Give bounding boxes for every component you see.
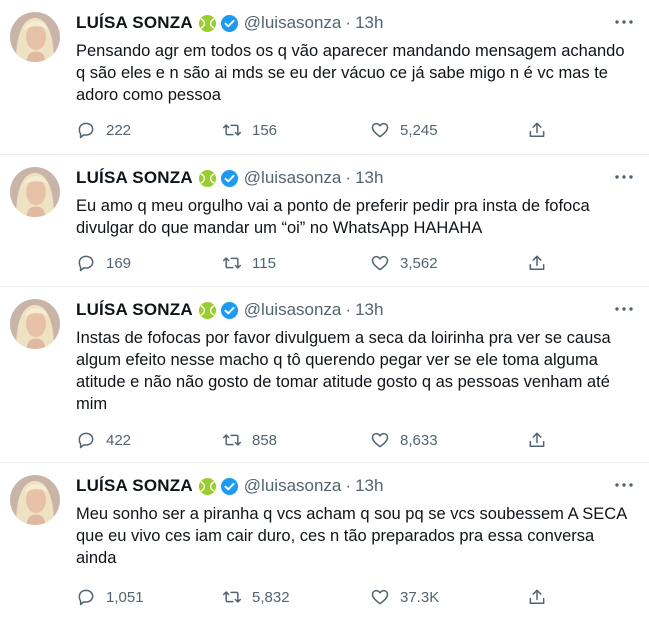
- retweet-count: 115: [252, 254, 276, 272]
- reply-count: 169: [106, 254, 132, 272]
- verified-badge-icon: [220, 14, 239, 33]
- more-icon[interactable]: [613, 300, 635, 318]
- like-icon: [371, 589, 389, 605]
- retweet-icon: [222, 591, 242, 603]
- author-handle[interactable]: @luisasonza: [244, 13, 342, 33]
- author-handle[interactable]: @luisasonza: [244, 168, 342, 188]
- like-icon: [371, 432, 389, 448]
- reply-icon: [78, 255, 94, 272]
- retweet-icon: [222, 257, 242, 269]
- share-button[interactable]: [527, 587, 557, 607]
- retweet-button[interactable]: 115: [222, 253, 276, 273]
- retweet-button[interactable]: 858: [222, 430, 277, 450]
- tennis-ball-icon: [198, 301, 217, 320]
- reply-button[interactable]: 169: [76, 253, 131, 273]
- author-name[interactable]: LUÍSA SONZA: [76, 168, 193, 188]
- author-handle[interactable]: @luisasonza: [244, 300, 342, 320]
- separator-dot: ·: [345, 13, 352, 32]
- timestamp[interactable]: 13h: [355, 300, 383, 320]
- reply-icon: [78, 432, 94, 449]
- tweet[interactable]: LUÍSA SONZA @luisasonza · 13h Pensando a…: [0, 0, 649, 155]
- tweet-actions: 1,051 5,832 37.3K: [76, 586, 556, 608]
- more-icon[interactable]: [613, 476, 635, 494]
- tweet-header: LUÍSA SONZA @luisasonza · 13h: [76, 475, 383, 497]
- reply-icon: [78, 589, 94, 606]
- tennis-ball-icon: [198, 14, 217, 33]
- verified-badge-icon: [220, 169, 239, 188]
- like-count: 37.3K: [400, 588, 440, 606]
- timestamp[interactable]: 13h: [355, 13, 383, 33]
- tweet-feed: LUÍSA SONZA @luisasonza · 13h Pensando a…: [0, 0, 649, 632]
- retweet-count: 858: [252, 431, 278, 449]
- share-button[interactable]: [527, 120, 557, 140]
- retweet-count: 5,832: [252, 588, 290, 606]
- share-icon: [529, 255, 545, 270]
- separator-dot: ·: [345, 476, 352, 495]
- retweet-button[interactable]: 5,832: [222, 587, 290, 607]
- retweet-button[interactable]: 156: [222, 120, 277, 140]
- author-handle[interactable]: @luisasonza: [244, 476, 342, 496]
- author-name[interactable]: LUÍSA SONZA: [76, 476, 193, 496]
- author-name[interactable]: LUÍSA SONZA: [76, 300, 193, 320]
- reply-button[interactable]: 1,051: [76, 587, 144, 607]
- tweet-text: Instas de fofocas por favor divulguem a …: [76, 329, 611, 413]
- share-button[interactable]: [527, 253, 557, 273]
- verified-badge-icon: [220, 301, 239, 320]
- separator-dot: ·: [345, 300, 352, 319]
- tweet-header: LUÍSA SONZA @luisasonza · 13h: [76, 167, 383, 189]
- tennis-ball-icon: [198, 477, 217, 496]
- timestamp[interactable]: 13h: [355, 476, 383, 496]
- tweet-actions: 222 156 5,245: [76, 119, 556, 141]
- share-button[interactable]: [527, 430, 557, 450]
- timestamp[interactable]: 13h: [355, 168, 383, 188]
- tweet-text: Eu amo q meu orgulho vai a ponto de pref…: [76, 197, 590, 237]
- reply-button[interactable]: 422: [76, 430, 131, 450]
- avatar[interactable]: [10, 475, 60, 525]
- like-icon: [371, 122, 389, 138]
- share-icon: [529, 589, 545, 604]
- reply-count: 422: [106, 431, 132, 449]
- verified-badge-icon: [220, 477, 239, 496]
- like-icon: [371, 255, 389, 271]
- more-icon[interactable]: [613, 168, 635, 186]
- retweet-count: 156: [252, 121, 278, 139]
- avatar[interactable]: [10, 167, 60, 217]
- tweet-header: LUÍSA SONZA @luisasonza · 13h: [76, 299, 383, 321]
- tweet[interactable]: LUÍSA SONZA @luisasonza · 13h Meu sonho …: [0, 463, 649, 632]
- retweet-icon: [222, 434, 242, 446]
- avatar[interactable]: [10, 299, 60, 349]
- like-button[interactable]: 37.3K: [370, 587, 439, 607]
- separator-dot: ·: [345, 168, 352, 187]
- author-name[interactable]: LUÍSA SONZA: [76, 13, 193, 33]
- tweet-header: LUÍSA SONZA @luisasonza · 13h: [76, 12, 383, 34]
- like-button[interactable]: 8,633: [370, 430, 438, 450]
- like-button[interactable]: 5,245: [370, 120, 438, 140]
- reply-count: 222: [106, 121, 132, 139]
- tweet[interactable]: LUÍSA SONZA @luisasonza · 13h Instas de …: [0, 287, 649, 463]
- more-icon[interactable]: [613, 13, 635, 31]
- like-count: 5,245: [400, 121, 438, 139]
- share-icon: [529, 122, 545, 137]
- tennis-ball-icon: [198, 169, 217, 188]
- reply-icon: [78, 122, 94, 139]
- tweet-actions: 169 115 3,562: [76, 252, 556, 274]
- reply-button[interactable]: 222: [76, 120, 131, 140]
- like-button[interactable]: 3,562: [370, 253, 438, 273]
- tweet[interactable]: LUÍSA SONZA @luisasonza · 13h Eu amo q m…: [0, 155, 649, 287]
- reply-count: 1,051: [106, 588, 144, 606]
- like-count: 8,633: [400, 431, 438, 449]
- share-icon: [529, 432, 545, 447]
- tweet-text: Meu sonho ser a piranha q vcs acham q so…: [76, 505, 627, 567]
- retweet-icon: [222, 124, 242, 136]
- tweet-text: Pensando agr em todos os q vão aparecer …: [76, 42, 625, 104]
- like-count: 3,562: [400, 254, 438, 272]
- avatar[interactable]: [10, 12, 60, 62]
- tweet-actions: 422 858 8,633: [76, 429, 556, 451]
